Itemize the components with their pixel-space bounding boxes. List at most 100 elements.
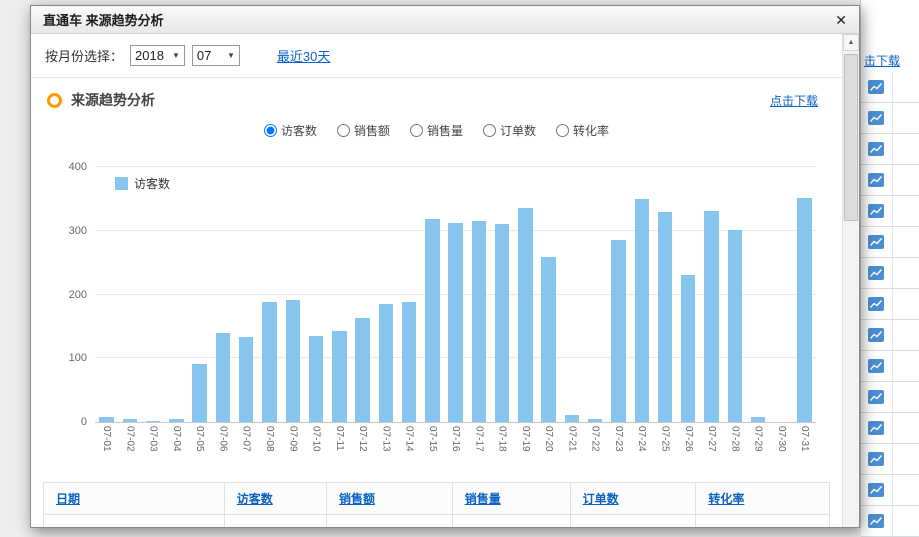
bar-slot [537, 167, 560, 422]
table-header-link[interactable]: 订单数 [583, 492, 619, 506]
bar-slot [142, 167, 165, 422]
table-header-link[interactable]: 销售量 [465, 492, 501, 506]
bar-07-11 [332, 331, 346, 422]
line-chart-icon[interactable] [868, 483, 884, 497]
metric-radio-0[interactable]: 访客数 [264, 122, 317, 139]
table-header-link[interactable]: 访客数 [237, 492, 273, 506]
download-link[interactable]: 点击下载 [770, 92, 818, 109]
background-table-row [861, 382, 919, 413]
modal-body: 按月份选择： 2018 ▼ 07 ▼ 最近30天 来源趋势分析 点击下载 访客数… [31, 34, 842, 527]
bar-07-19 [518, 208, 532, 422]
metric-radio-3[interactable]: 订单数 [483, 122, 536, 139]
table-header-link[interactable]: 转化率 [708, 492, 744, 506]
bar-slot [630, 167, 653, 422]
x-label-slot: 07-08 [258, 426, 281, 470]
bar-slot [374, 167, 397, 422]
modal-scrollbar[interactable]: ▲ [842, 34, 859, 527]
x-axis-label: 07-02 [124, 426, 135, 470]
x-label-slot: 07-28 [723, 426, 746, 470]
scrollbar-thumb[interactable] [844, 54, 858, 221]
radio-input[interactable] [483, 124, 496, 137]
x-axis-label: 07-06 [217, 426, 228, 470]
bar-slot [653, 167, 676, 422]
line-chart-icon[interactable] [868, 235, 884, 249]
metric-label: 销售量 [427, 122, 463, 139]
x-label-slot: 07-26 [677, 426, 700, 470]
x-axis-label: 07-30 [776, 426, 787, 470]
table-header-link[interactable]: 销售额 [339, 492, 375, 506]
table-cell [44, 515, 225, 528]
x-label-slot: 07-17 [467, 426, 490, 470]
background-download-link[interactable]: 击下载 [864, 52, 900, 69]
section-header: 来源趋势分析 点击下载 [31, 78, 842, 112]
bar-07-14 [402, 302, 416, 422]
x-axis-label: 07-17 [473, 426, 484, 470]
bar-slot [723, 167, 746, 422]
line-chart-icon[interactable] [868, 421, 884, 435]
x-label-slot: 07-05 [188, 426, 211, 470]
close-icon[interactable]: ✕ [835, 13, 847, 27]
line-chart-icon[interactable] [868, 111, 884, 125]
trend-analysis-modal: 直通车 来源趋势分析 ✕ 按月份选择： 2018 ▼ 07 ▼ 最近30天 来源… [30, 5, 860, 528]
line-chart-icon[interactable] [868, 297, 884, 311]
bar-slot [281, 167, 304, 422]
bar-slot [607, 167, 630, 422]
bar-07-16 [448, 223, 462, 422]
line-chart-icon[interactable] [868, 452, 884, 466]
background-table-row [861, 444, 919, 475]
radio-input[interactable] [556, 124, 569, 137]
chart-legend[interactable]: 访客数 [115, 175, 170, 192]
bar-slot [235, 167, 258, 422]
bar-slot [444, 167, 467, 422]
bar-07-10 [309, 336, 323, 422]
y-axis-tick: 400 [47, 161, 87, 173]
line-chart-icon[interactable] [868, 142, 884, 156]
trend-data-table: 日期 访客数 销售额 销售量 订单数 转化率 [43, 482, 830, 527]
radio-input[interactable] [410, 124, 423, 137]
table-cell [570, 515, 696, 528]
x-axis-label: 07-14 [404, 426, 415, 470]
table-header-row: 日期 访客数 销售额 销售量 订单数 转化率 [44, 483, 830, 515]
table-empty-row [44, 515, 830, 528]
line-chart-icon[interactable] [868, 328, 884, 342]
metric-radio-2[interactable]: 销售量 [410, 122, 463, 139]
x-axis-label: 07-11 [334, 426, 345, 470]
bar-07-06 [216, 333, 230, 422]
x-axis-label: 07-29 [753, 426, 764, 470]
bar-slot [514, 167, 537, 422]
background-table-row [861, 289, 919, 320]
line-chart-icon[interactable] [868, 204, 884, 218]
line-chart-icon[interactable] [868, 390, 884, 404]
bar-07-26 [681, 275, 695, 422]
background-table-row [861, 506, 919, 537]
metric-radio-4[interactable]: 转化率 [556, 122, 609, 139]
year-select[interactable]: 2018 ▼ [130, 45, 185, 66]
background-table-row [861, 258, 919, 289]
table-header-link[interactable]: 日期 [56, 492, 80, 506]
table-header-cell: 订单数 [570, 483, 696, 515]
line-chart-icon[interactable] [868, 359, 884, 373]
month-select[interactable]: 07 ▼ [192, 45, 240, 66]
x-label-slot: 07-01 [95, 426, 118, 470]
metric-radio-1[interactable]: 销售额 [337, 122, 390, 139]
recent-30-days-link[interactable]: 最近30天 [277, 46, 330, 65]
bar-slot [560, 167, 583, 422]
bar-07-18 [495, 224, 509, 422]
radio-input[interactable] [264, 124, 277, 137]
background-table-panel: 击下载 [860, 0, 919, 528]
background-table-row [861, 165, 919, 196]
line-chart-icon[interactable] [868, 266, 884, 280]
x-label-slot: 07-19 [514, 426, 537, 470]
scroll-up-arrow-icon[interactable]: ▲ [843, 34, 859, 51]
x-axis-label: 07-12 [357, 426, 368, 470]
x-label-slot: 07-25 [653, 426, 676, 470]
bar-slot [304, 167, 327, 422]
modal-titlebar: 直通车 来源趋势分析 ✕ [31, 6, 859, 34]
x-label-slot: 07-11 [328, 426, 351, 470]
radio-input[interactable] [337, 124, 350, 137]
bar-07-15 [425, 219, 439, 422]
line-chart-icon[interactable] [868, 80, 884, 94]
table-cell [224, 515, 326, 528]
line-chart-icon[interactable] [868, 514, 884, 528]
line-chart-icon[interactable] [868, 173, 884, 187]
